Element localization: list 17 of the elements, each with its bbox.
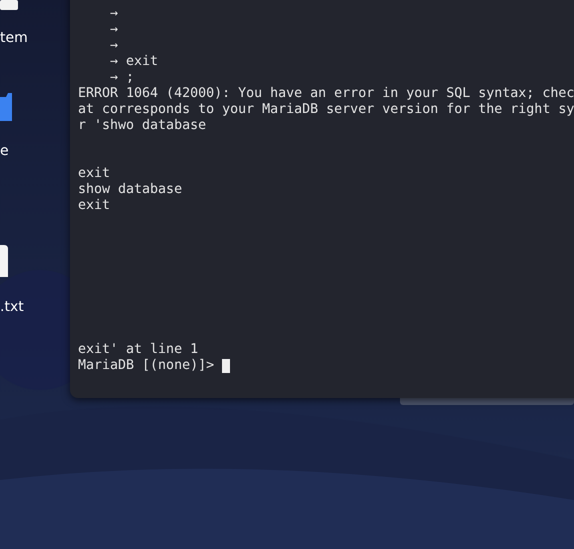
- terminal-line: exit: [78, 166, 112, 182]
- terminal-line: exit: [78, 198, 112, 214]
- terminal-line: ERROR 1064 (42000): You have an error in your SQL syntax; chec: [78, 86, 574, 102]
- terminal-prompt: MariaDB [(none)]>: [78, 358, 216, 374]
- icon-label[interactable]: tem: [0, 30, 28, 46]
- terminal-line: at corresponds to your MariaDB server version for the right sy: [78, 102, 574, 118]
- terminal-line: → ;: [109, 70, 136, 86]
- terminal-line: show database: [78, 182, 184, 198]
- terminal-line: exit' at line 1: [78, 342, 200, 358]
- terminal-line: →: [109, 22, 120, 38]
- folder-icon[interactable]: [0, 93, 12, 121]
- icon-label[interactable]: .txt: [0, 299, 24, 315]
- terminal-line: →: [109, 38, 120, 54]
- icon-label[interactable]: e: [0, 143, 9, 159]
- terminal-line: → exit: [109, 54, 160, 70]
- terminal-line: r 'shwo database: [78, 118, 208, 134]
- terminal-line: →: [109, 6, 120, 22]
